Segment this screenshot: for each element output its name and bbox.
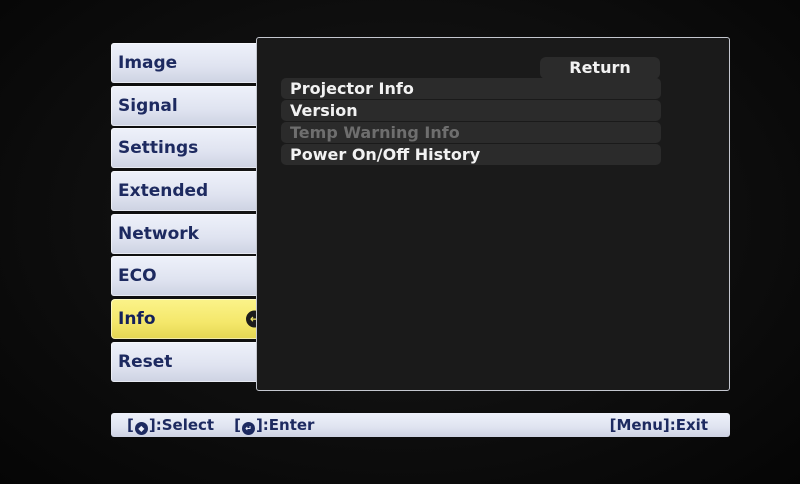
menu-item-label: Signal — [118, 95, 178, 116]
menu-item-label: Network — [118, 223, 199, 244]
option-temp-warning-info: Temp Warning Info — [281, 122, 661, 143]
return-button[interactable]: Return — [540, 57, 660, 79]
option-projector-info[interactable]: Projector Info — [281, 78, 661, 99]
menu-item-eco[interactable]: ECO — [111, 256, 257, 297]
menu-item-signal[interactable]: Signal — [111, 85, 257, 126]
help-bar: [◆]:Select [↵]:Enter [Menu]:Exit — [111, 413, 730, 437]
info-panel: Return Projector Info Version Temp Warni… — [256, 37, 730, 391]
help-exit: [Menu]:Exit — [609, 416, 708, 434]
menu-item-label: ECO — [118, 266, 157, 287]
up-down-arrow-icon: ◆ — [134, 422, 148, 435]
menu-item-extended[interactable]: Extended — [111, 171, 257, 212]
help-select: [◆]:Select — [127, 416, 215, 435]
option-version[interactable]: Version — [281, 100, 661, 121]
menu-item-network[interactable]: Network — [111, 213, 257, 254]
menu-item-info[interactable]: Info ↵ — [111, 299, 269, 340]
main-menu: Image Signal Settings Extended Network E… — [111, 43, 269, 385]
menu-item-label: Reset — [118, 351, 173, 372]
info-option-list: Projector Info Version Temp Warning Info… — [281, 78, 661, 166]
option-power-on-off-history[interactable]: Power On/Off History — [281, 144, 661, 165]
help-enter: [↵]:Enter — [234, 416, 315, 435]
menu-item-settings[interactable]: Settings — [111, 128, 257, 169]
menu-item-label: Extended — [118, 181, 209, 202]
menu-item-label: Settings — [118, 138, 199, 159]
menu-item-label: Image — [118, 53, 178, 73]
help-left-group: [◆]:Select [↵]:Enter — [127, 413, 314, 437]
enter-icon: ↵ — [241, 422, 255, 435]
menu-item-image[interactable]: Image — [111, 43, 257, 83]
menu-item-label: Info — [118, 309, 156, 330]
menu-item-reset[interactable]: Reset — [111, 341, 257, 382]
